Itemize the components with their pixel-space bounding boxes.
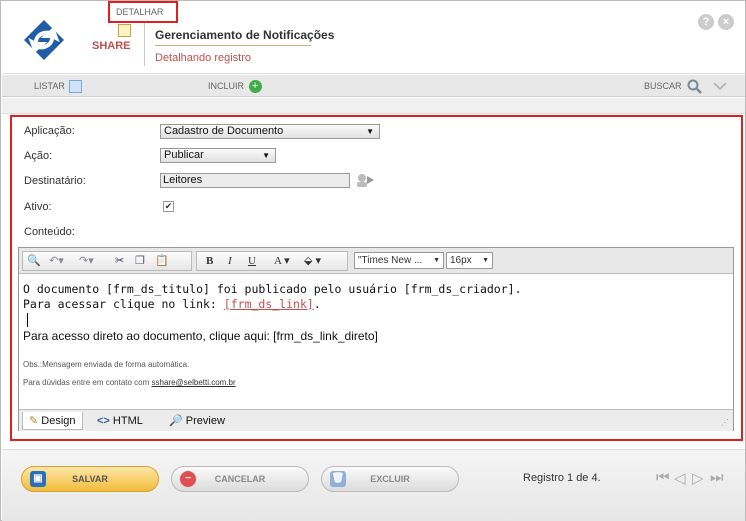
tab-slant (178, 1, 190, 23)
cut-icon[interactable]: ✂ (115, 254, 124, 268)
redo-icon[interactable]: ↷▾ (79, 254, 94, 268)
detail-form: Aplicação: Cadastro de Documento ▼ Ação:… (10, 115, 743, 441)
find-icon[interactable]: 🔍 (27, 254, 41, 268)
chevron-down-icon: ▼ (262, 151, 270, 160)
tab-listar-label: LISTAR (34, 81, 65, 91)
content-line-2-prefix: Para acessar clique no link: (23, 297, 224, 311)
mode-design-tab[interactable]: ✎ Design (22, 412, 83, 430)
toolbar-band (2, 98, 745, 114)
tab-incluir[interactable]: INCLUIR + (208, 78, 262, 95)
cancel-button-label: CANCELAR (214, 474, 266, 484)
mode-preview-tab[interactable]: 🔎 Preview (169, 412, 225, 430)
tab-detalhar-label: DETALHAR (116, 7, 164, 17)
tab-listar[interactable]: LISTAR (34, 78, 83, 95)
previous-record-icon[interactable]: ◁ (674, 469, 686, 487)
destinatario-input[interactable]: Leitores (160, 173, 350, 188)
action-footer: ▣ SALVAR − CANCELAR 🗑 EXCLUIR Registro 1… (2, 449, 745, 521)
content-link[interactable]: [frm_ds_link] (224, 297, 314, 311)
aplicacao-label: Aplicação: (24, 125, 75, 137)
italic-icon[interactable]: I (228, 254, 232, 268)
header-divider (144, 20, 145, 66)
preview-magnifier-icon: 🔎 (169, 415, 183, 427)
contact-email-link[interactable]: sshare@selbetti.com.br (152, 378, 236, 387)
next-record-icon[interactable]: ▷ (692, 469, 704, 487)
tab-detalhar[interactable]: DETALHAR (108, 1, 178, 38)
tab-incluir-label: INCLUIR (208, 81, 245, 91)
editor-content[interactable]: O documento [frm_ds_titulo] foi publicad… (23, 278, 729, 387)
cancel-button[interactable]: − CANCELAR (171, 466, 309, 492)
nav-toolbar: LISTAR (2, 75, 745, 97)
text-caret (23, 311, 729, 328)
content-line-1: O documento [frm_ds_titulo] foi publicad… (23, 282, 522, 296)
mode-design-label: Design (41, 415, 76, 427)
list-icon (69, 80, 83, 94)
editor-toolbar: 🔍 ↶▾ ↷▾ ✂ ❐ 📋 B I U A ▾ ⬙ ▾ "Times New .… (19, 248, 733, 274)
font-family-value: "Times New ... (358, 255, 423, 266)
resize-grip-icon[interactable]: ⋰ (721, 418, 729, 427)
chevron-down-icon: ▼ (482, 257, 489, 264)
highlight-color-icon[interactable]: ⬙ ▾ (304, 254, 321, 268)
font-size-select[interactable]: 16px ▼ (446, 252, 493, 269)
delete-button[interactable]: 🗑 EXCLUIR (321, 466, 459, 492)
add-circle-icon: + (248, 80, 262, 94)
acao-label: Ação: (24, 150, 53, 162)
rich-text-editor: 🔍 ↶▾ ↷▾ ✂ ❐ 📋 B I U A ▾ ⬙ ▾ "Times New .… (18, 247, 734, 431)
lookup-users-icon[interactable] (355, 172, 375, 188)
content-line-2-suffix: . (313, 297, 321, 311)
undo-icon[interactable]: ↶▾ (49, 254, 64, 268)
contact-prefix: Para dúvidas entre em contato com (23, 378, 152, 387)
app-window: SHARE Gerenciamento de Notificações Deta… (0, 0, 746, 521)
aplicacao-select[interactable]: Cadastro de Documento ▼ (160, 124, 380, 139)
content-line-4: Para acesso direto ao documento, clique … (23, 329, 378, 343)
close-icon[interactable]: × (718, 14, 734, 30)
font-family-select[interactable]: "Times New ... ▼ (354, 252, 444, 269)
chevron-down-icon: ▼ (433, 257, 440, 264)
editor-mode-bar: ✎ Design <> HTML 🔎 Preview ⋰ (19, 409, 733, 431)
first-record-icon[interactable]: ⏮ (656, 469, 670, 486)
content-line-2: Para acessar clique no link: [frm_ds_lin… (23, 297, 729, 311)
acao-select[interactable]: Publicar ▼ (160, 148, 276, 163)
bold-icon[interactable]: B (206, 254, 213, 268)
help-icon[interactable]: ? (698, 14, 714, 30)
paste-icon[interactable]: 📋 (155, 254, 169, 268)
save-button-label: SALVAR (72, 474, 108, 484)
toolbar-group-format: B I U A ▾ ⬙ ▾ (196, 251, 348, 271)
font-size-value: 16px (450, 255, 472, 266)
share-logo-icon (24, 20, 64, 60)
acao-value: Publicar (164, 149, 204, 161)
mode-html-tab[interactable]: <> HTML (97, 412, 143, 430)
ativo-label: Ativo: (24, 201, 52, 213)
contact-text: Para dúvidas entre em contato com sshare… (23, 378, 729, 387)
search-icon[interactable] (687, 79, 702, 94)
pencil-icon: ✎ (29, 415, 39, 427)
title-underline (155, 45, 311, 46)
brand-name: SHARE (92, 40, 131, 52)
copy-icon[interactable]: ❐ (135, 254, 145, 268)
delete-button-label: EXCLUIR (370, 474, 410, 484)
html-code-icon: <> (97, 415, 110, 427)
collapse-chevron-icon[interactable] (713, 81, 727, 91)
mode-preview-label: Preview (185, 415, 225, 427)
chevron-down-icon: ▼ (366, 127, 374, 136)
destinatario-label: Destinatário: (24, 175, 86, 187)
underline-icon[interactable]: U (248, 254, 256, 268)
aplicacao-value: Cadastro de Documento (164, 125, 284, 137)
toolbar-group-edit: 🔍 ↶▾ ↷▾ ✂ ❐ 📋 (22, 251, 192, 271)
font-color-icon[interactable]: A ▾ (274, 254, 290, 268)
obs-text: Obs.:Mensagem enviada de forma automátic… (23, 360, 190, 369)
last-record-icon[interactable]: ⏭ (710, 469, 724, 486)
page-subtitle: Detalhando registro (155, 52, 252, 64)
record-counter: Registro 1 de 4. (523, 472, 601, 484)
edit-document-icon (118, 24, 131, 38)
search-label[interactable]: BUSCAR (644, 78, 682, 95)
conteudo-label: Conteúdo: (24, 226, 75, 238)
page-title: Gerenciamento de Notificações (155, 28, 335, 42)
save-button[interactable]: ▣ SALVAR (21, 466, 159, 492)
mode-html-label: HTML (112, 415, 143, 427)
ativo-checkbox[interactable]: ✔ (163, 201, 174, 212)
